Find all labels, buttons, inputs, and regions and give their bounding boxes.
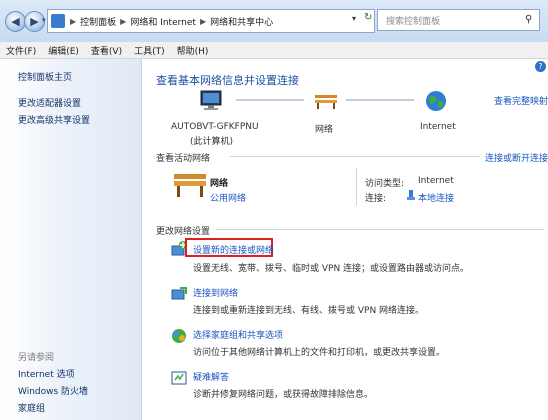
map-connector-line: [236, 99, 304, 101]
divider: [216, 229, 544, 230]
access-type-value: Internet: [418, 176, 454, 186]
computer-name: AUTOBVT-GFKFPNU: [171, 122, 259, 132]
active-networks-heading: 查看活动网络: [156, 154, 211, 164]
sidebar-homegroup-link[interactable]: 家庭组: [18, 401, 45, 414]
task-homegroup-link[interactable]: 选择家庭组和共享选项: [193, 328, 283, 341]
map-network-label: 网络: [315, 125, 334, 135]
refresh-icon[interactable]: ↻: [364, 12, 372, 23]
chevron-right-icon: ▶: [199, 16, 207, 26]
page-title: 查看基本网络信息并设置连接: [156, 74, 299, 87]
control-panel-icon: [51, 14, 65, 28]
computer-sub-label: (此计算机): [190, 137, 234, 147]
menu-edit[interactable]: 编辑(E): [42, 44, 85, 57]
globe-icon: [426, 91, 446, 111]
connect-network-icon: [171, 287, 187, 300]
search-icon[interactable]: ⚲: [525, 14, 532, 25]
menu-view[interactable]: 查看(V): [85, 44, 128, 57]
breadcrumb-network-internet[interactable]: 网络和 Internet: [128, 15, 198, 28]
map-connector-line: [346, 99, 414, 101]
sidebar-sharing-settings-link[interactable]: 更改高级共享设置: [18, 113, 90, 126]
menu-bar: 文件(F) 编辑(E) 查看(V) 工具(T) 帮助(H): [0, 42, 548, 59]
breadcrumb-network-center[interactable]: 网络和共享中心: [208, 15, 275, 28]
sidebar-home-link[interactable]: 控制面板主页: [18, 70, 72, 83]
address-field[interactable]: ▶ 控制面板 ▶ 网络和 Internet ▶ 网络和共享中心: [47, 9, 375, 33]
menu-tools[interactable]: 工具(T): [128, 44, 171, 57]
connection-label: 连接:: [365, 194, 387, 204]
local-connection-link[interactable]: 本地连接: [418, 191, 454, 204]
recent-pages-icon[interactable]: ▾: [42, 16, 46, 24]
computer-icon: [200, 90, 222, 110]
back-button[interactable]: ◀: [5, 11, 26, 32]
help-icon[interactable]: ?: [535, 61, 546, 72]
search-input[interactable]: 搜索控制面板: [377, 9, 540, 31]
chevron-right-icon: ▶: [120, 16, 127, 26]
see-also-heading: 另请参阅: [18, 353, 55, 363]
task-connect-network-link[interactable]: 连接到网络: [193, 286, 238, 299]
address-dropdown-icon[interactable]: ▾: [352, 14, 356, 23]
task-connect-network-desc: 连接到或重新连接到无线、有线、拨号或 VPN 网络连接。: [193, 306, 425, 316]
sidebar-internet-options-link[interactable]: Internet 选项: [18, 367, 75, 380]
sidebar-firewall-link[interactable]: Windows 防火墙: [18, 384, 88, 397]
active-network-name: 网络: [210, 179, 229, 189]
access-type-label: 访问类型:: [365, 179, 405, 189]
view-full-map-link[interactable]: 查看完整映射: [494, 94, 548, 107]
task-new-connection-desc: 设置无线、宽带、拨号、临时或 VPN 连接；或设置路由器或访问点。: [193, 264, 470, 274]
sidebar-adapter-settings-link[interactable]: 更改适配器设置: [18, 96, 81, 109]
connect-disconnect-link[interactable]: 连接或断开连接: [485, 151, 548, 164]
chevron-right-icon: ▶: [70, 16, 77, 26]
divider: [356, 168, 357, 206]
task-new-connection-link[interactable]: 设置新的连接或网络: [193, 243, 274, 256]
breadcrumb-control-panel[interactable]: 控制面板: [78, 15, 118, 28]
task-homegroup-desc: 访问位于其他网络计算机上的文件和打印机，或更改共享设置。: [193, 348, 446, 358]
change-settings-heading: 更改网络设置: [156, 227, 211, 237]
task-troubleshoot-desc: 诊断并修复网络问题，或获得故障排除信息。: [193, 390, 374, 400]
homegroup-icon: [172, 329, 186, 343]
network-type-link[interactable]: 公用网络: [210, 191, 246, 204]
bench-icon: [174, 174, 206, 197]
menu-file[interactable]: 文件(F): [0, 44, 42, 57]
troubleshoot-icon: [171, 371, 187, 385]
bench-icon: [315, 95, 337, 109]
divider: [230, 156, 480, 157]
search-placeholder: 搜索控制面板: [386, 16, 441, 27]
map-internet-label: Internet: [420, 122, 456, 132]
menu-help[interactable]: 帮助(H): [171, 44, 215, 57]
network-adapter-icon: [407, 190, 415, 200]
task-troubleshoot-link[interactable]: 疑难解答: [193, 370, 229, 383]
